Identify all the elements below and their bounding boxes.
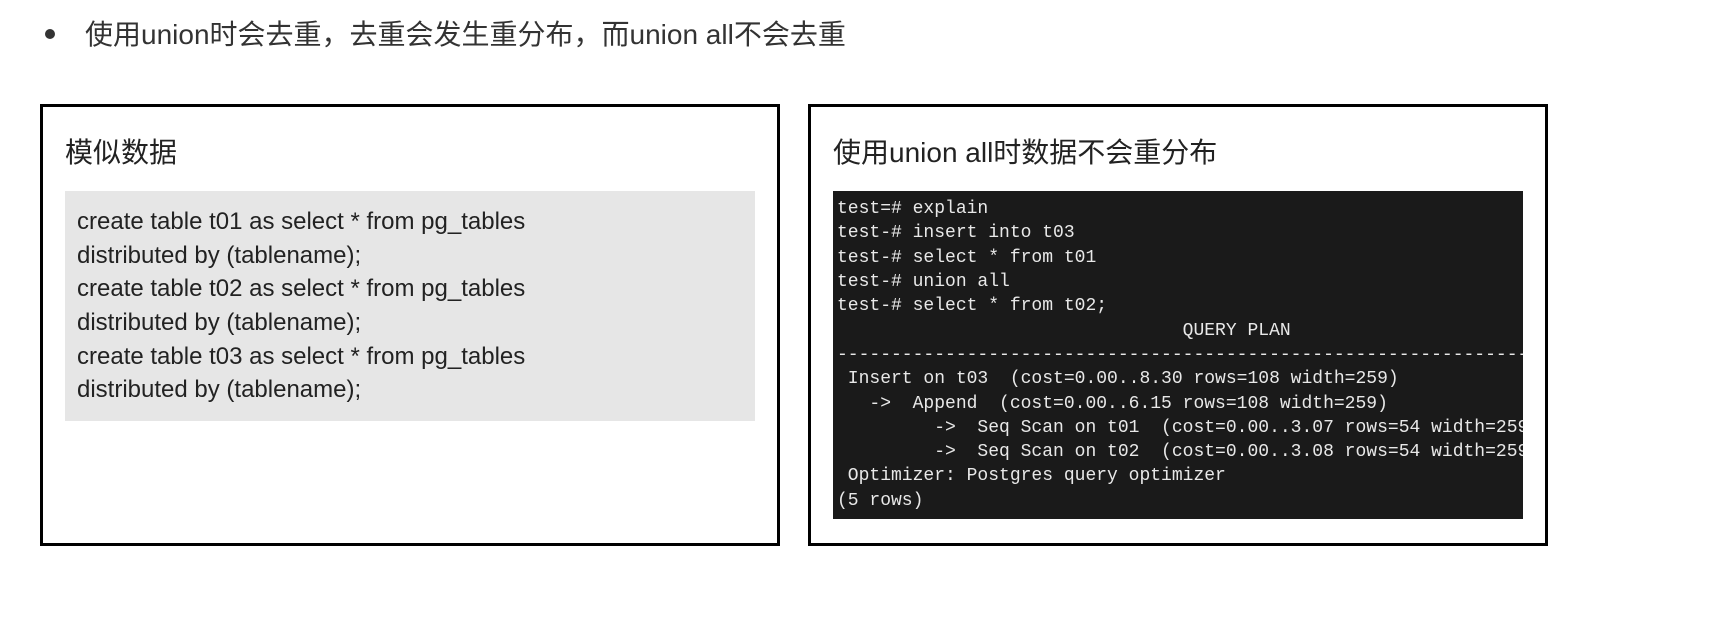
bullet-dot-icon: [45, 29, 55, 39]
left-code-block: create table t01 as select * from pg_tab…: [65, 191, 755, 421]
left-panel: 模似数据 create table t01 as select * from p…: [40, 104, 780, 546]
bullet-item: 使用union时会去重，去重会发生重分布，而union all不会去重: [45, 15, 1699, 54]
right-panel-title: 使用union all时数据不会重分布: [833, 131, 1523, 171]
panels-container: 模似数据 create table t01 as select * from p…: [30, 104, 1699, 546]
left-panel-title: 模似数据: [65, 131, 755, 171]
right-code-block: test=# explain test-# insert into t03 te…: [833, 191, 1523, 519]
bullet-text: 使用union时会去重，去重会发生重分布，而union all不会去重: [85, 15, 846, 54]
right-panel: 使用union all时数据不会重分布 test=# explain test-…: [808, 104, 1548, 546]
